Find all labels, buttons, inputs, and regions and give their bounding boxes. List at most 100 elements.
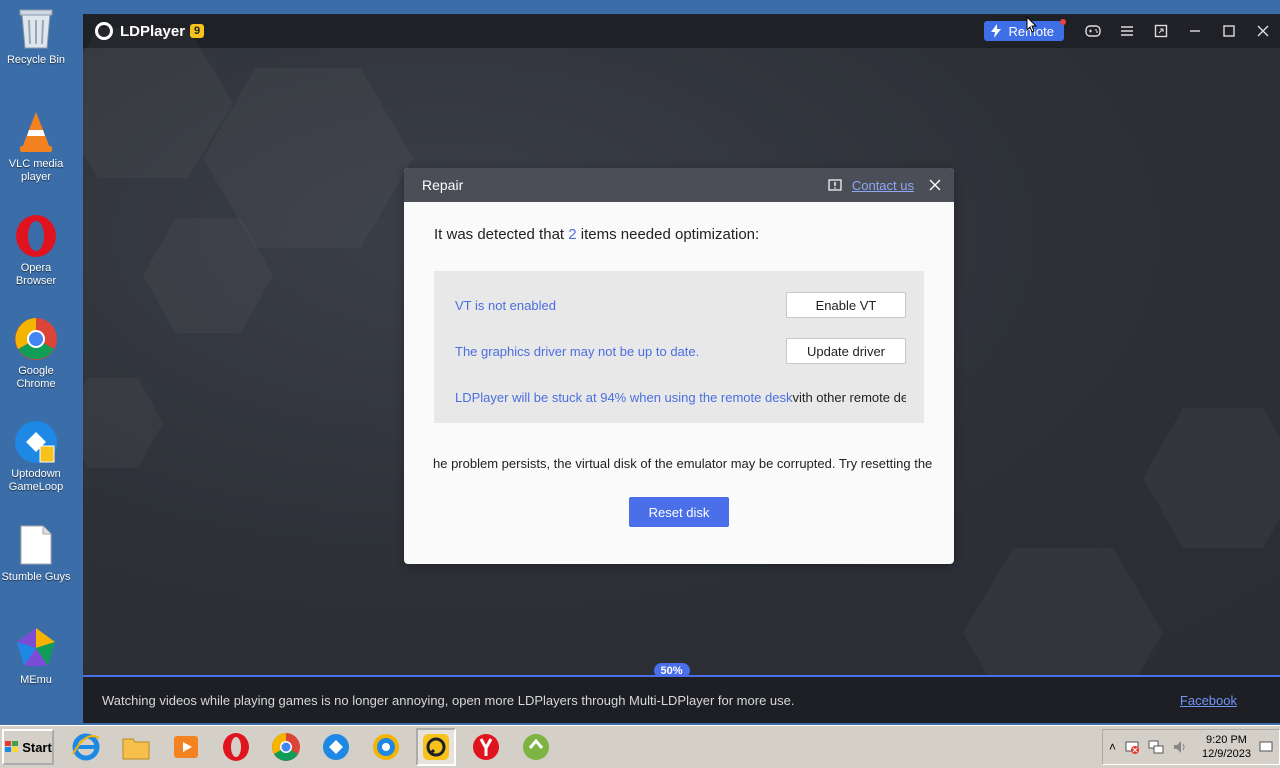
resize-window-button[interactable] xyxy=(1144,14,1178,48)
background-hexagon xyxy=(83,378,163,468)
volume-icon[interactable] xyxy=(1172,739,1188,755)
close-icon xyxy=(1257,25,1269,37)
chrome-icon xyxy=(272,733,300,761)
detection-prefix: It was detected that xyxy=(434,226,569,243)
taskbar-gameloop[interactable] xyxy=(316,728,356,766)
desktop-icon-label: Opera Browser xyxy=(15,262,57,287)
file-icon xyxy=(14,523,58,567)
desktop-icon-opera[interactable]: Opera Browser xyxy=(0,214,72,288)
mouse-cursor-icon xyxy=(1026,16,1038,33)
detected-count: 2 xyxy=(568,226,577,243)
taskbar-opera[interactable] xyxy=(216,728,256,766)
chrome-icon xyxy=(14,317,58,361)
issue-text-remote-desktop-overflow: vith other remote desl xyxy=(792,389,906,405)
ldplayer-titlebar[interactable]: LDPlayer 9 Remote xyxy=(83,14,1280,48)
facebook-link[interactable]: Facebook xyxy=(1180,693,1237,708)
issue-row-driver: The graphics driver may not be up to dat… xyxy=(455,338,906,364)
desktop-icon-label: Stumble Guys xyxy=(1,571,71,583)
desktop-icon-label: Recycle Bin xyxy=(6,54,66,66)
memu-icon xyxy=(14,626,58,670)
taskbar-internet-explorer[interactable] xyxy=(66,728,106,766)
internet-explorer-icon xyxy=(72,733,100,761)
clock-time: 9:20 PM xyxy=(1206,734,1247,746)
feedback-icon[interactable] xyxy=(828,179,842,191)
repair-dialog-body: It was detected that 2 items needed opti… xyxy=(404,202,954,527)
repair-dialog-header: Repair Contact us xyxy=(404,168,954,202)
persist-message: he problem persists, the virtual disk of… xyxy=(433,456,933,471)
tip-text: Watching videos while playing games is n… xyxy=(102,692,795,708)
gamepad-icon xyxy=(1085,25,1101,37)
desktop-icon-vlc[interactable]: VLC media player xyxy=(0,110,72,184)
desktop-icon-label: Google Chrome xyxy=(16,365,56,390)
tray-expand-icon[interactable]: ˄ xyxy=(1109,740,1116,754)
maximize-icon xyxy=(1223,25,1235,37)
recycle-bin-icon xyxy=(14,6,58,50)
loading-progress-badge: 50% xyxy=(653,663,690,678)
lightning-icon xyxy=(991,24,1002,38)
taskbar-browser[interactable] xyxy=(366,728,406,766)
desktop-icon-recycle-bin[interactable]: Recycle Bin xyxy=(0,6,72,67)
detection-suffix: items needed optimization: xyxy=(576,226,760,243)
maximize-button[interactable] xyxy=(1212,14,1246,48)
clock[interactable]: 9:20 PM 12/9/2023 xyxy=(1202,733,1251,761)
taskbar-chrome[interactable] xyxy=(266,728,306,766)
ldplayer-window: LDPlayer 9 Remote xyxy=(83,14,1280,723)
dialog-close-button[interactable] xyxy=(924,174,946,196)
network-icon[interactable] xyxy=(1148,739,1164,755)
close-window-button[interactable] xyxy=(1246,14,1280,48)
opera-icon xyxy=(223,733,249,761)
vlc-icon xyxy=(14,110,58,154)
clock-date: 12/9/2023 xyxy=(1202,748,1251,760)
tip-bar: Watching videos while playing games is n… xyxy=(83,677,1280,723)
taskbar-yandex[interactable] xyxy=(466,728,506,766)
enable-vt-button[interactable]: Enable VT xyxy=(786,292,906,318)
start-label: Start xyxy=(22,739,52,755)
minimize-button[interactable] xyxy=(1178,14,1212,48)
yandex-icon xyxy=(473,734,499,760)
start-button[interactable]: Start xyxy=(2,729,54,765)
remote-button[interactable]: Remote xyxy=(984,19,1066,41)
repair-dialog: Repair Contact us It was detected that 2… xyxy=(404,168,954,564)
gameloop-icon xyxy=(14,420,58,464)
taskbar-apps xyxy=(66,728,556,766)
contact-us-link[interactable]: Contact us xyxy=(852,178,914,193)
ldplayer-icon xyxy=(423,734,449,760)
menu-button[interactable] xyxy=(1110,14,1144,48)
folder-icon xyxy=(122,738,150,760)
resize-icon xyxy=(1154,24,1168,38)
browser-icon xyxy=(373,734,399,760)
gamepad-button[interactable] xyxy=(1076,14,1110,48)
close-icon xyxy=(929,179,941,191)
issues-list: VT is not enabled Enable VT The graphics… xyxy=(434,271,924,423)
minimize-icon xyxy=(1190,30,1200,32)
notification-dot xyxy=(1060,19,1066,25)
desktop-icon-chrome[interactable]: Google Chrome xyxy=(0,317,72,391)
issue-row-vt: VT is not enabled Enable VT xyxy=(455,292,906,318)
uptodown-icon xyxy=(523,734,549,760)
gameloop-icon xyxy=(323,734,349,760)
desktop-icon-stumble-guys[interactable]: Stumble Guys xyxy=(0,523,72,584)
reset-disk-button[interactable]: Reset disk xyxy=(629,497,729,527)
repair-dialog-title: Repair xyxy=(422,177,464,193)
taskbar: Start ˄ 9:20 PM 12/9/2023 xyxy=(0,725,1280,768)
issue-text-vt: VT is not enabled xyxy=(455,297,556,313)
taskbar-ldplayer[interactable] xyxy=(416,728,456,766)
issue-text-remote-desktop: LDPlayer will be stuck at 94% when using… xyxy=(455,389,793,405)
desktop-icon-label: Uptodown GameLoop xyxy=(8,468,64,493)
system-tray: ˄ 9:20 PM 12/9/2023 xyxy=(1102,729,1280,765)
update-driver-button[interactable]: Update driver xyxy=(786,338,906,364)
taskbar-uptodown[interactable] xyxy=(516,728,556,766)
issue-row-remote-desktop: LDPlayer will be stuck at 94% when using… xyxy=(455,384,906,410)
show-desktop-icon[interactable] xyxy=(1259,740,1273,754)
taskbar-file-explorer[interactable] xyxy=(116,728,156,766)
dialog-header-actions: Contact us xyxy=(828,168,946,202)
taskbar-media-player[interactable] xyxy=(166,728,206,766)
desktop-icon-label: MEmu xyxy=(20,674,52,686)
media-player-icon xyxy=(174,736,198,758)
windows-logo-icon xyxy=(5,741,19,752)
desktop-icon-memu[interactable]: MEmu xyxy=(0,626,72,687)
network-error-icon[interactable] xyxy=(1124,739,1140,755)
hamburger-menu-icon xyxy=(1121,26,1133,36)
opera-icon xyxy=(14,214,58,258)
desktop-icon-gameloop[interactable]: Uptodown GameLoop xyxy=(0,420,72,494)
